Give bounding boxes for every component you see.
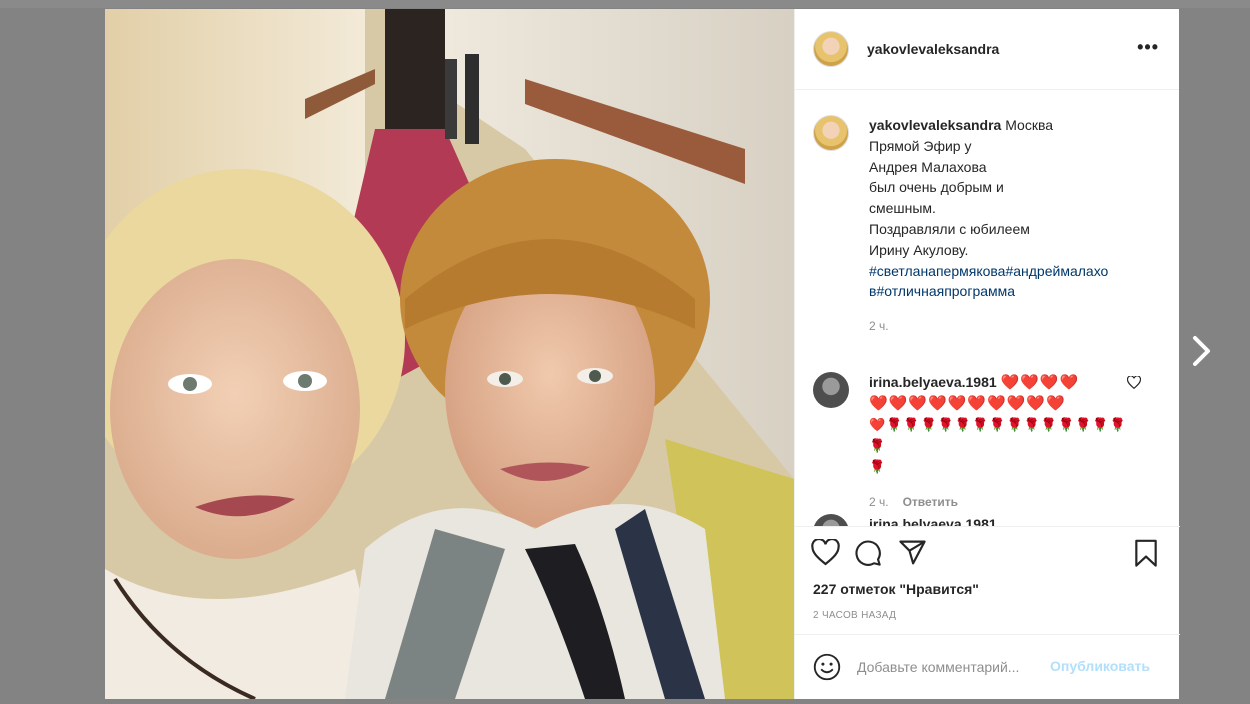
post-header: yakovlevaleksandra •••	[795, 9, 1179, 90]
bookmark-icon[interactable]	[1133, 539, 1159, 568]
avatar[interactable]	[813, 115, 849, 151]
caption-username[interactable]: yakovlevaleksandra	[869, 117, 1001, 133]
chevron-right-icon[interactable]	[1186, 334, 1216, 368]
comment-body: irina.belyaeva.1981	[869, 514, 1129, 526]
reply-button[interactable]: Ответить	[903, 495, 958, 509]
comment-emoji: 🌹	[869, 459, 887, 474]
comment-item: irina.belyaeva.1981 ❤️❤️❤️❤️ ❤️❤️❤️❤️❤️❤…	[813, 372, 1163, 513]
caption-line: Москва	[1005, 117, 1054, 133]
comment-emoji: ❤️🌹🌹🌹🌹🌹🌹🌹🌹🌹🌹🌹🌹🌹🌹🌹	[869, 417, 1127, 453]
post-actions: 227 отметок "Нравится" 2 ЧАСОВ НАЗАД	[795, 526, 1180, 644]
comment-emoji: ❤️❤️❤️❤️❤️❤️❤️❤️❤️❤️	[869, 395, 1066, 412]
comment-item: irina.belyaeva.1981	[813, 514, 1163, 526]
comment-username[interactable]: irina.belyaeva.1981	[869, 516, 997, 526]
likes-count[interactable]: 227 отметок "Нравится"	[813, 581, 979, 597]
caption-line: смешным.	[869, 200, 936, 217]
author-username[interactable]: yakovlevaleksandra	[867, 41, 999, 57]
heart-icon[interactable]	[1126, 375, 1142, 392]
avatar[interactable]	[813, 372, 849, 408]
publish-button[interactable]: Опубликовать	[1050, 658, 1150, 674]
comment-input[interactable]	[857, 655, 1047, 679]
caption-time[interactable]: 2 ч.	[869, 316, 1108, 337]
heart-icon[interactable]	[811, 539, 840, 566]
action-icons	[811, 539, 1163, 569]
hashtag-link[interactable]: #светланапермякова#андреймалахо	[869, 261, 1108, 282]
selfie-photo	[105, 9, 794, 699]
background-strip	[0, 0, 1250, 8]
comments-section: yakovlevaleksandra Москва Прямой Эфир у …	[795, 90, 1180, 526]
comment-time[interactable]: 2 ч.	[869, 495, 889, 509]
avatar[interactable]	[813, 514, 849, 526]
comment-body: irina.belyaeva.1981 ❤️❤️❤️❤️ ❤️❤️❤️❤️❤️❤…	[869, 372, 1129, 513]
caption-line: Ирину Акулову.	[869, 241, 969, 258]
comment-username[interactable]: irina.belyaeva.1981	[869, 374, 997, 390]
share-icon[interactable]	[898, 539, 927, 566]
hashtag-link[interactable]: в#отличнаяпрограмма	[869, 281, 1108, 302]
avatar[interactable]	[813, 31, 849, 67]
emoji-icon[interactable]	[813, 653, 841, 681]
caption-line: Поздравляли с юбилеем	[869, 220, 1030, 237]
post-photo[interactable]	[105, 9, 794, 699]
caption-line: был очень добрым и	[869, 179, 1004, 196]
post-sidebar: yakovlevaleksandra ••• yakovlevaleksandr…	[794, 9, 1180, 699]
more-icon[interactable]: •••	[1137, 37, 1159, 58]
post-modal: yakovlevaleksandra ••• yakovlevaleksandr…	[105, 9, 1180, 699]
caption: yakovlevaleksandra Москва Прямой Эфир у …	[813, 115, 1163, 337]
caption-text: yakovlevaleksandra Москва Прямой Эфир у …	[869, 115, 1108, 337]
comment-emoji: ❤️❤️❤️❤️	[1000, 374, 1080, 391]
comment-icon[interactable]	[854, 539, 882, 567]
caption-line: Прямой Эфир у	[869, 137, 972, 154]
add-comment-bar: Опубликовать	[795, 634, 1180, 699]
post-timestamp[interactable]: 2 ЧАСОВ НАЗАД	[813, 610, 896, 621]
caption-line: Андрея Малахова	[869, 158, 987, 175]
